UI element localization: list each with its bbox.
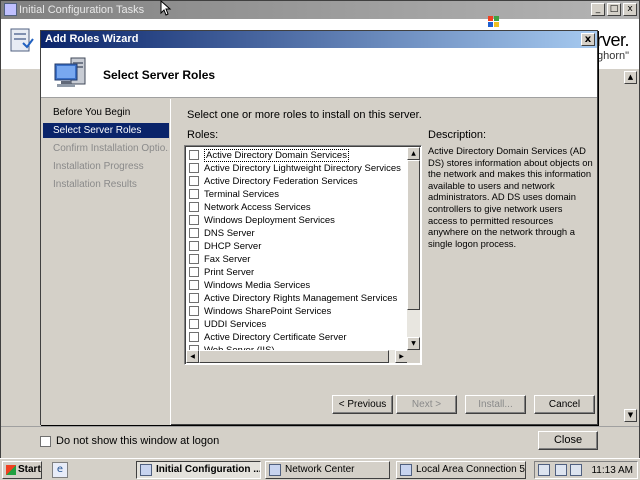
role-item[interactable]: Active Directory Federation Services [189,175,404,188]
roles-horizontal-scrollbar[interactable]: ◀ ▶ [186,350,408,363]
system-tray: 11:13 AM [534,461,638,479]
mouse-cursor-icon [160,0,172,16]
role-checkbox[interactable] [189,267,199,277]
next-button[interactable]: Next > [396,395,457,414]
tray-network-icon[interactable] [555,464,567,476]
role-item[interactable]: UDDI Services [189,318,404,331]
role-checkbox[interactable] [189,163,199,173]
step-installation-results: Installation Results [53,179,137,190]
wizard-content: Select one or more roles to install on t… [172,99,597,425]
role-checkbox[interactable] [189,293,199,303]
role-item[interactable]: Active Directory Domain Services [189,149,404,162]
wizard-header: Select Server Roles [41,48,597,98]
minimize-button[interactable]: _ [591,3,605,16]
role-checkbox[interactable] [189,306,199,316]
windows-logo-icon [488,16,499,27]
tray-volume-icon[interactable] [570,464,582,476]
horizontal-scroll-thumb[interactable] [199,350,389,363]
start-label: Start [18,464,41,475]
wizard-titlebar[interactable]: Add Roles Wizard x [41,31,597,48]
role-item[interactable]: Windows Media Services [189,279,404,292]
maximize-button[interactable]: □ [607,3,621,16]
scroll-up-arrow-icon[interactable]: ▲ [407,147,420,160]
background-titlebar[interactable]: Initial Configuration Tasks _ □ x [1,1,639,19]
step-confirm-installation: Confirm Installation Optio... [53,143,169,154]
add-roles-wizard: Add Roles Wizard x Select Server Roles B… [40,30,598,425]
role-checkbox[interactable] [189,215,199,225]
role-item[interactable]: DNS Server [189,227,404,240]
role-item[interactable]: Windows Deployment Services [189,214,404,227]
previous-button[interactable]: < Previous [332,395,393,414]
wizard-steps: Before You Begin Select Server Roles Con… [41,99,171,425]
taskbar-item-initial-configuration[interactable]: Initial Configuration ... [136,461,261,479]
roles-list: Active Directory Domain Services Active … [184,145,422,365]
scroll-left-arrow-icon[interactable]: ◀ [186,350,199,363]
background-window-title: Initial Configuration Tasks [19,4,145,16]
role-item[interactable]: Active Directory Rights Management Servi… [189,292,404,305]
role-checkbox[interactable] [189,202,199,212]
close-window-button[interactable]: x [623,3,637,16]
role-checkbox[interactable] [189,319,199,329]
scroll-down-arrow-icon[interactable]: ▼ [407,337,420,350]
server-config-icon [10,28,34,52]
role-checkbox[interactable] [189,280,199,290]
step-before-you-begin[interactable]: Before You Begin [43,105,169,120]
ie-quicklaunch-icon[interactable]: e [52,462,68,478]
step-installation-progress: Installation Progress [53,161,144,172]
role-item[interactable]: Active Directory Certificate Server [189,331,404,344]
install-button[interactable]: Install... [465,395,526,414]
taskbar-item-local-area-connection[interactable]: Local Area Connection 5 ... [396,461,526,479]
role-item[interactable]: Network Access Services [189,201,404,214]
role-checkbox[interactable] [189,189,199,199]
app-icon [140,464,152,476]
scroll-up-button[interactable]: ▲ [624,71,637,84]
role-checkbox[interactable] [189,241,199,251]
wizard-title: Add Roles Wizard [45,33,139,45]
wizard-page-title: Select Server Roles [103,68,216,82]
cancel-button[interactable]: Cancel [534,395,595,414]
network-connection-icon [400,464,412,476]
clock[interactable]: 11:13 AM [591,464,633,477]
roles-label: Roles: [187,129,219,141]
instruction-text: Select one or more roles to install on t… [187,109,422,121]
step-select-server-roles[interactable]: Select Server Roles [43,123,169,138]
description-label: Description: [428,129,487,141]
network-icon [269,464,281,476]
role-checkbox[interactable] [189,176,199,186]
vertical-scroll-thumb[interactable] [407,160,420,310]
scrollbar-corner [407,350,420,363]
role-item[interactable]: Print Server [189,266,404,279]
role-checkbox[interactable] [189,150,199,160]
windows-start-icon [6,465,16,475]
taskbar-item-network-center[interactable]: Network Center [265,461,390,479]
role-item[interactable]: Terminal Services [189,188,404,201]
role-item[interactable]: Fax Server [189,253,404,266]
close-button[interactable]: Close [538,431,598,450]
app-icon [4,3,17,16]
role-checkbox[interactable] [189,228,199,238]
server-roles-icon [54,57,86,87]
wizard-close-button[interactable]: x [581,33,595,46]
dont-show-label: Do not show this window at logon [56,435,220,447]
start-button[interactable]: Start [2,461,42,479]
description-text: Active Directory Domain Services (AD DS)… [428,145,593,249]
dont-show-checkbox[interactable] [40,436,51,447]
roles-vertical-scrollbar[interactable]: ▲ ▼ [407,147,420,350]
role-item[interactable]: Windows SharePoint Services [189,305,404,318]
taskbar: Start e Initial Configuration ... Networ… [0,458,640,480]
role-item[interactable]: Active Directory Lightweight Directory S… [189,162,404,175]
tray-app-icon[interactable] [538,464,550,476]
role-checkbox[interactable] [189,332,199,342]
role-item[interactable]: DHCP Server [189,240,404,253]
role-checkbox[interactable] [189,254,199,264]
scroll-down-button[interactable]: ▼ [624,409,637,422]
